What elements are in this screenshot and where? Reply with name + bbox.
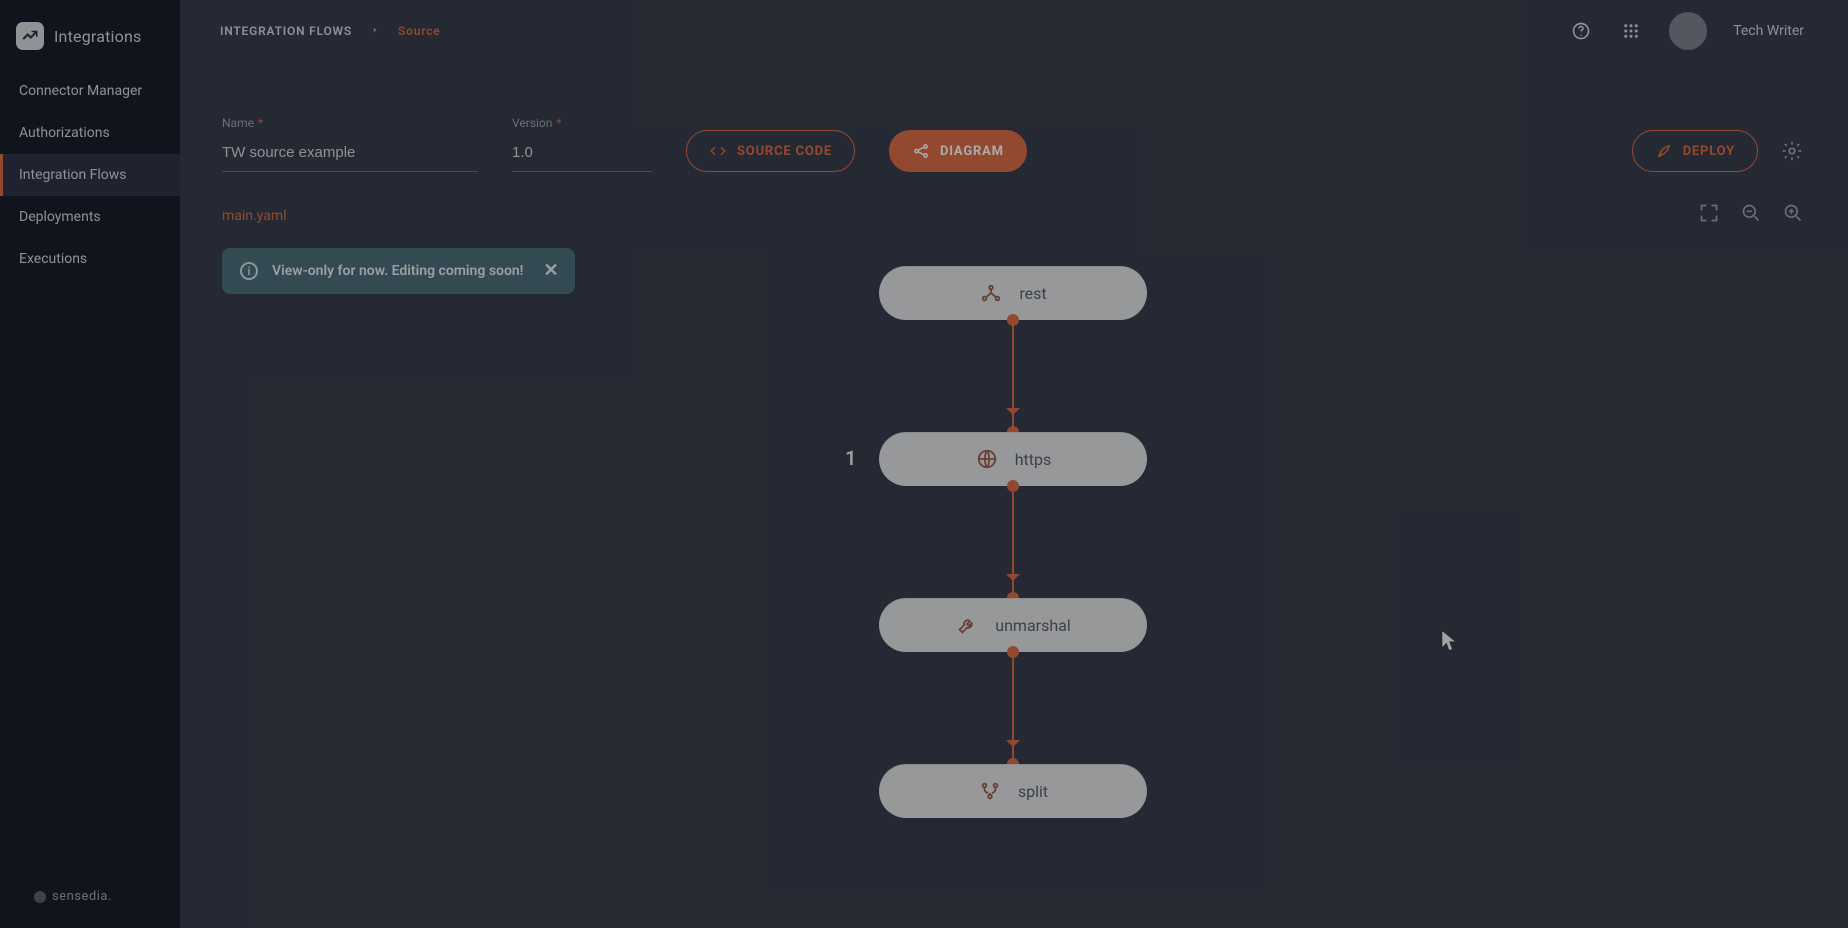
version-field-group: Version * [512,116,652,172]
avatar[interactable] [1669,12,1707,50]
sidebar-item-label: Connector Manager [19,83,142,99]
vendor-mark: sensedia. [0,871,180,928]
sidebar-item-label: Executions [19,251,87,267]
node-label: https [1015,450,1052,469]
sidebar-item-label: Deployments [19,209,101,225]
label-text: Version [512,116,552,130]
branch-icon [978,779,1002,803]
vendor-dot-icon [34,891,46,903]
flow-diagram: rest 1 https unmarshal [879,266,1147,818]
breadcrumb-current: Source [398,24,441,38]
flow-edge [1012,652,1014,764]
name-label: Name * [222,116,478,130]
graph-icon [979,281,1003,305]
brand-logo-icon [16,22,44,50]
header-actions: DEPLOY [1632,130,1804,172]
button-label: DIAGRAM [940,144,1004,159]
settings-icon[interactable] [1780,139,1804,163]
sidebar-item-authorizations[interactable]: Authorizations [0,112,180,154]
button-label: DEPLOY [1683,144,1735,159]
user-name: Tech Writer [1733,23,1804,39]
canvas: main.yaml i View-only for now. Editing c… [222,196,1804,928]
sidebar-item-deployments[interactable]: Deployments [0,196,180,238]
brand: Integrations [0,0,180,70]
file-tab[interactable]: main.yaml [222,196,1804,236]
chevron-right-icon [370,24,380,38]
sidebar-item-label: Authorizations [19,125,110,141]
canvas-toolbar [1698,202,1804,224]
topbar-right: Tech Writer [1569,12,1804,50]
apps-icon[interactable] [1619,19,1643,43]
flow-edge [1012,320,1014,432]
required-mark: * [258,116,263,130]
flow-node[interactable]: split [879,764,1147,818]
alert-text: View-only for now. Editing coming soon! [272,263,523,279]
flow-node[interactable]: 1 https [879,432,1147,486]
sidebar-item-label: Integration Flows [19,167,127,183]
breadcrumb-root[interactable]: INTEGRATION FLOWS [220,24,352,38]
wrench-icon [955,613,979,637]
label-text: Name [222,116,254,130]
version-label: Version * [512,116,652,130]
help-icon[interactable] [1569,19,1593,43]
header-row: Name * Version * SOURCE CODE DIAGRAM DEPLO… [222,80,1804,172]
file-tab-label: main.yaml [222,208,287,224]
sidebar-item-executions[interactable]: Executions [0,238,180,280]
name-field-group: Name * [222,116,478,172]
button-label: SOURCE CODE [737,144,832,159]
version-input[interactable] [512,136,652,172]
flow-edge [1012,486,1014,598]
code-icon [709,142,727,160]
sidebar: Integrations Connector Manager Authoriza… [0,0,180,928]
zoom-in-icon[interactable] [1782,202,1804,224]
share-icon [912,142,930,160]
required-mark: * [556,116,561,130]
sidebar-item-integration-flows[interactable]: Integration Flows [0,154,180,196]
name-input[interactable] [222,136,478,172]
source-code-button[interactable]: SOURCE CODE [686,130,855,172]
flow-node[interactable]: unmarshal [879,598,1147,652]
step-number: 1 [845,446,856,470]
close-icon[interactable]: ✕ [543,262,558,280]
topbar: INTEGRATION FLOWS Source Tech Writer [180,0,1848,62]
node-label: unmarshal [995,616,1070,635]
sidebar-nav: Connector Manager Authorizations Integra… [0,70,180,280]
flow-node[interactable]: rest [879,266,1147,320]
zoom-out-icon[interactable] [1740,202,1762,224]
globe-icon [975,447,999,471]
diagram-button[interactable]: DIAGRAM [889,130,1027,172]
node-label: rest [1019,284,1046,303]
deploy-button[interactable]: DEPLOY [1632,130,1758,172]
info-icon: i [240,262,258,280]
rocket-icon [1655,142,1673,160]
brand-title: Integrations [54,27,141,46]
sidebar-item-connector-manager[interactable]: Connector Manager [0,70,180,112]
vendor-text: sensedia. [52,889,112,904]
view-only-alert: i View-only for now. Editing coming soon… [222,248,575,294]
fit-icon[interactable] [1698,202,1720,224]
breadcrumb: INTEGRATION FLOWS Source [220,24,441,38]
node-label: split [1018,782,1048,801]
